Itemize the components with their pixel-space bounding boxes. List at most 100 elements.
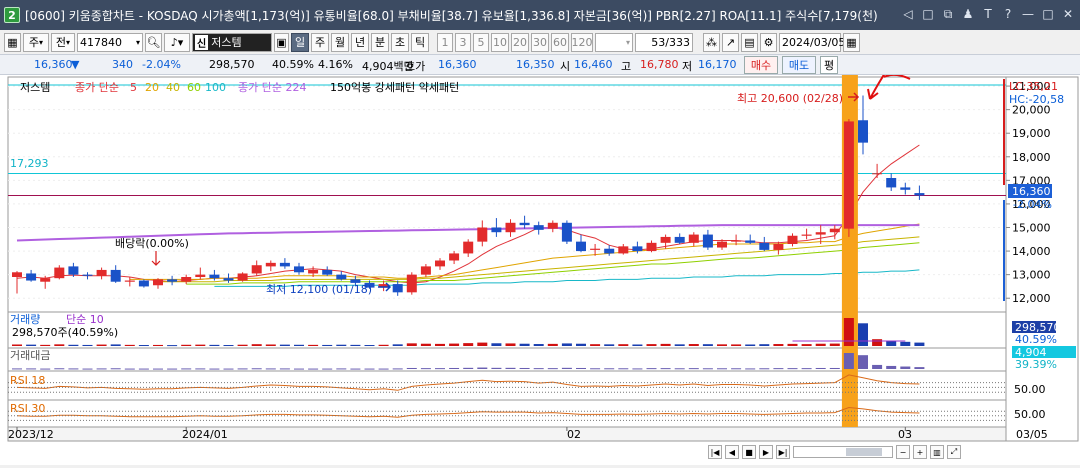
legend-ma-60: 60	[187, 81, 201, 94]
candle-body	[26, 273, 37, 281]
x-label-feb: 02	[567, 428, 581, 441]
volume-pct-tag: 40.59%	[1015, 333, 1057, 346]
candle-body	[12, 272, 22, 277]
period-minute[interactable]: 분	[371, 32, 389, 52]
amount-bar	[110, 368, 121, 370]
candle-body	[265, 262, 276, 267]
volume-bar	[420, 343, 431, 346]
layout-icon[interactable]: ▥	[930, 445, 944, 459]
fullscreen-icon[interactable]: ⤢	[947, 445, 961, 459]
first-icon[interactable]: |◀	[708, 445, 722, 459]
zoom-out-icon[interactable]: −	[896, 445, 910, 459]
amount-bar	[195, 368, 206, 370]
quote-bar: 16,360 ▼ 340 -2.04% 298,570 40.59% 4.16%…	[0, 54, 1080, 75]
buy-button[interactable]: 매수	[744, 56, 778, 74]
volume-bar	[829, 343, 840, 346]
stop-icon[interactable]: ■	[742, 445, 756, 459]
candle-body	[336, 274, 347, 280]
amount-bar	[449, 367, 460, 369]
amount-bar	[858, 355, 868, 369]
y-tick-label: 14,000	[1012, 245, 1051, 258]
volume-bar	[251, 344, 262, 346]
ask-price-2: 16,350	[516, 58, 555, 71]
calendar-icon[interactable]: ▦	[843, 32, 860, 52]
volume-bar	[364, 345, 375, 347]
zoom-in-icon[interactable]: +	[913, 445, 927, 459]
stock-code-input[interactable]: 417840 ▾	[77, 32, 143, 52]
amount-bar	[406, 367, 417, 369]
amount-bar	[350, 368, 361, 370]
volume-bar	[773, 344, 784, 346]
sell-button[interactable]: 매도	[782, 56, 816, 74]
minute-3[interactable]: 3	[455, 32, 471, 52]
minute-120[interactable]: 120	[571, 32, 593, 52]
last-icon[interactable]: ▶|	[776, 445, 790, 459]
candle-body	[308, 269, 319, 274]
maximize-icon[interactable]: □	[1040, 6, 1056, 22]
minute-60[interactable]: 60	[551, 32, 569, 52]
grid-icon[interactable]: ▦	[4, 32, 21, 52]
candle-body	[167, 279, 178, 282]
candle-body	[843, 121, 854, 229]
help-icon[interactable]: ?	[1000, 6, 1016, 22]
period-weekly[interactable]: 주	[311, 32, 329, 52]
volume-value: 298,570	[209, 58, 255, 71]
candle-body	[801, 234, 812, 236]
candle-body	[420, 266, 431, 275]
minute-1[interactable]: 1	[437, 32, 453, 52]
chart-canvas[interactable]: 21,00020,00019,00018,00017,00016,00015,0…	[0, 72, 1080, 465]
lock-icon[interactable]: ▣	[274, 32, 289, 52]
amount-bar	[646, 368, 657, 370]
candle-body	[40, 278, 51, 282]
candle-body	[858, 120, 868, 143]
amount-bar	[181, 368, 192, 370]
scrollbar[interactable]	[793, 446, 893, 458]
candle-body	[590, 248, 601, 250]
amount-bar	[308, 368, 319, 370]
eval-button[interactable]: 평	[820, 56, 838, 74]
amount-bar	[223, 368, 234, 370]
period-select[interactable]: 주 ▾	[23, 32, 49, 52]
period-yearly[interactable]: 년	[351, 32, 369, 52]
frame-icon[interactable]: □	[920, 6, 936, 22]
minute-20[interactable]: 20	[511, 32, 529, 52]
save-icon[interactable]: ▤	[741, 32, 758, 52]
link-icon[interactable]: ◁	[900, 6, 916, 22]
play-back-icon[interactable]: ◀	[725, 445, 739, 459]
scroll-thumb[interactable]	[846, 448, 882, 456]
x-axis-frame	[7, 426, 1007, 442]
lc-label: LC:35,21	[1009, 80, 1058, 93]
custom-period-select[interactable]: ▾	[595, 32, 633, 52]
volume-bar	[195, 344, 206, 346]
amount-bar	[829, 367, 840, 369]
period-tick[interactable]: 틱	[411, 32, 429, 52]
copy-icon[interactable]: ⧉	[940, 6, 956, 22]
minute-30[interactable]: 30	[531, 32, 549, 52]
play-icon[interactable]: ▶	[759, 445, 773, 459]
volume-bar	[54, 344, 65, 346]
period-second[interactable]: 초	[391, 32, 409, 52]
candle-body	[702, 234, 713, 248]
date-input[interactable]: 2024/03/05	[779, 32, 845, 52]
chart-area[interactable]: 21,000 20,000 19,000 18,000 17,000 16,000 15,0…	[0, 72, 1080, 465]
indicator-icon[interactable]: ⁂	[703, 32, 720, 52]
amount-bar	[900, 366, 911, 369]
amount-bar	[773, 368, 784, 370]
trend-icon[interactable]: ↗	[722, 32, 739, 52]
font-icon[interactable]: T	[980, 6, 996, 22]
speaker-icon[interactable]: ♪▾	[164, 32, 190, 52]
search-icon[interactable]: 🔍︎	[145, 32, 162, 52]
minute-5[interactable]: 5	[473, 32, 489, 52]
period-daily[interactable]: 일	[291, 32, 309, 52]
volume-bar	[308, 344, 319, 346]
pin-icon[interactable]: ♟	[960, 6, 976, 22]
amount-bar	[12, 368, 22, 370]
period-monthly[interactable]: 월	[331, 32, 349, 52]
legend-stock-name: 저스템	[20, 81, 50, 94]
close-icon[interactable]: ✕	[1060, 6, 1076, 22]
settings-icon[interactable]: ⚙	[760, 32, 777, 52]
minute-10[interactable]: 10	[491, 32, 509, 52]
prev-button[interactable]: 전 ▾	[51, 32, 75, 52]
volume-bar	[153, 344, 163, 346]
minimize-icon[interactable]: —	[1020, 6, 1036, 22]
